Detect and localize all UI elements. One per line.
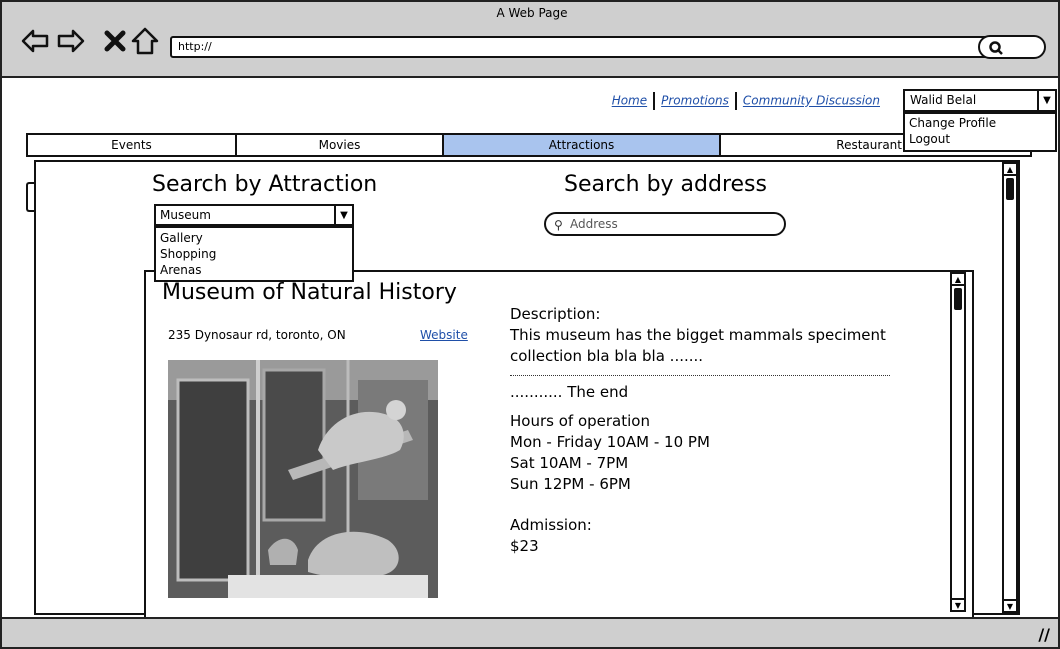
scroll-down-icon[interactable]: ▼ (1004, 599, 1016, 611)
tab-events[interactable]: Events (28, 135, 237, 155)
user-menu: Change Profile Logout (903, 112, 1057, 152)
main-content: Search by Attraction Museum ▼ Gallery Sh… (34, 160, 1020, 620)
scroll-thumb[interactable] (1006, 178, 1014, 200)
chevron-down-icon[interactable]: ▼ (334, 206, 352, 224)
page-body: Home Promotions Community Discussion Walid… (0, 78, 1060, 620)
hours-weekday: Mon - Friday 10AM - 10 PM (510, 433, 710, 451)
website-link[interactable]: Website (420, 328, 468, 342)
url-bar[interactable]: http:// (170, 36, 994, 58)
scroll-up-icon[interactable]: ▲ (1004, 164, 1016, 176)
address-search-heading: Search by address (564, 172, 767, 197)
hours-label: Hours of operation (510, 412, 650, 430)
home-icon[interactable] (130, 26, 160, 56)
window-title: A Web Page (496, 6, 568, 20)
description-end: ........... The end (510, 383, 629, 401)
attraction-type-select[interactable]: Museum ▼ (154, 204, 354, 226)
attraction-selected-value: Museum (160, 208, 211, 222)
description-text: This museum has the bigget mammals speci… (510, 326, 886, 365)
tab-movies[interactable]: Movies (237, 135, 444, 155)
scroll-up-icon[interactable]: ▲ (952, 274, 964, 286)
promotions-link[interactable]: Promotions (661, 94, 729, 108)
attraction-type-options: Gallery Shopping Arenas (154, 226, 354, 282)
search-icon (989, 41, 1003, 55)
user-dropdown[interactable]: Walid Belal ▼ (903, 89, 1057, 112)
attraction-address: 235 Dynosaur rd, toronto, ON (168, 328, 346, 342)
browser-search-field[interactable] (978, 35, 1046, 59)
attraction-option-shopping[interactable]: Shopping (160, 246, 348, 262)
card-scrollbar[interactable]: ▲ ▼ (950, 272, 966, 612)
chevron-down-icon[interactable]: ▼ (1037, 91, 1055, 110)
search-icon: ⚲ (554, 218, 563, 232)
community-discussion-link[interactable]: Community Discussion (743, 94, 880, 108)
attraction-card: Museum of Natural History 235 Dynosaur r… (144, 270, 974, 620)
status-bar: // (0, 617, 1060, 649)
attraction-option-gallery[interactable]: Gallery (160, 230, 348, 246)
change-profile-menu-item[interactable]: Change Profile (909, 115, 1051, 131)
home-link[interactable]: Home (612, 94, 647, 108)
attraction-details: Description: This museum has the bigget … (510, 304, 930, 557)
forward-icon[interactable] (56, 26, 86, 56)
museum-photo (168, 360, 438, 598)
admission-label: Admission: (510, 516, 592, 534)
resize-grip-icon[interactable]: // (1038, 625, 1050, 644)
attraction-search-heading: Search by Attraction (152, 172, 378, 197)
tab-attractions[interactable]: Attractions (444, 135, 721, 155)
scroll-thumb[interactable] (954, 288, 962, 310)
page-scrollbar[interactable]: ▲ ▼ (1002, 162, 1018, 613)
browser-chrome: A Web Page http:// (0, 0, 1060, 78)
back-icon[interactable] (20, 26, 50, 56)
hours-saturday: Sat 10AM - 7PM (510, 454, 629, 472)
address-search-input[interactable]: ⚲ Address (544, 212, 786, 236)
description-divider (510, 375, 890, 376)
scroll-down-icon[interactable]: ▼ (952, 598, 964, 610)
admission-price: $23 (510, 537, 539, 555)
attraction-option-arenas[interactable]: Arenas (160, 262, 348, 278)
close-icon[interactable] (100, 26, 130, 56)
address-placeholder: Address (570, 217, 618, 231)
link-divider (734, 92, 737, 110)
description-label: Description: (510, 305, 601, 323)
user-name: Walid Belal (910, 93, 977, 107)
link-divider (653, 92, 656, 110)
attraction-title: Museum of Natural History (162, 280, 457, 305)
logout-menu-item[interactable]: Logout (909, 131, 1051, 147)
category-tabs: Events Movies Attractions Restaurant (26, 133, 1032, 157)
hours-sunday: Sun 12PM - 6PM (510, 475, 631, 493)
top-links: Home Promotions Community Discussion (612, 92, 880, 110)
